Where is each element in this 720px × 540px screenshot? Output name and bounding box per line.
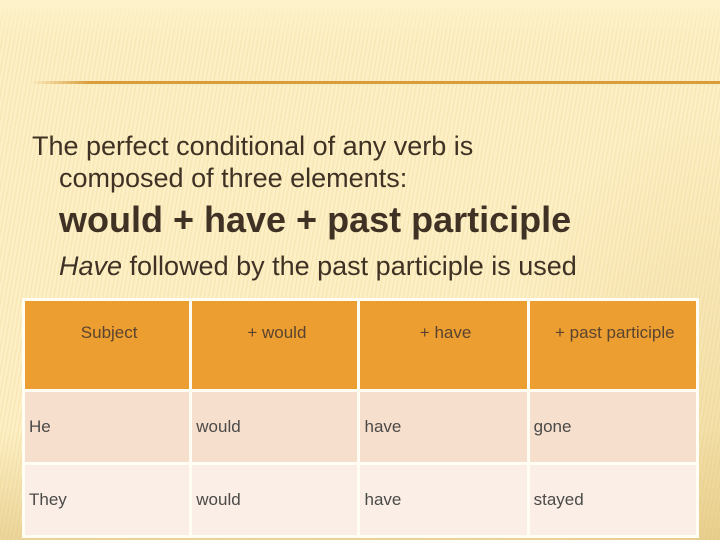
formula: would + have + past participle [59,199,572,240]
cell-subject: They [21,462,193,538]
usage-emphasis: Have [59,251,123,281]
cell-past-participle: stayed [526,462,700,538]
body-line-1: The perfect conditional of any verb is [32,131,474,161]
usage-text: followed by the past participle is used [122,251,577,281]
table-row: They would have stayed [21,462,700,538]
title-rule [30,81,720,84]
usage-line: Have followed by the past participle is … [59,250,712,282]
conjugation-table: Subject + would + have + past participle… [21,298,700,538]
cell-would: would [189,462,361,538]
cell-have: have [357,389,530,465]
body-line-2: composed of three elements: [59,163,408,193]
cell-past-participle: gone [526,389,700,465]
cell-subject: He [21,389,193,465]
slide-body: The perfect conditional of any verb is c… [32,130,712,282]
header-subject: Subject [21,298,193,392]
header-would: + would [189,298,361,392]
header-have: + have [357,298,530,392]
table-row: He would have gone [21,389,700,465]
cell-would: would [189,389,361,465]
table-header-row: Subject + would + have + past participle [21,298,700,392]
header-past-participle: + past participle [526,298,700,392]
cell-have: have [357,462,530,538]
